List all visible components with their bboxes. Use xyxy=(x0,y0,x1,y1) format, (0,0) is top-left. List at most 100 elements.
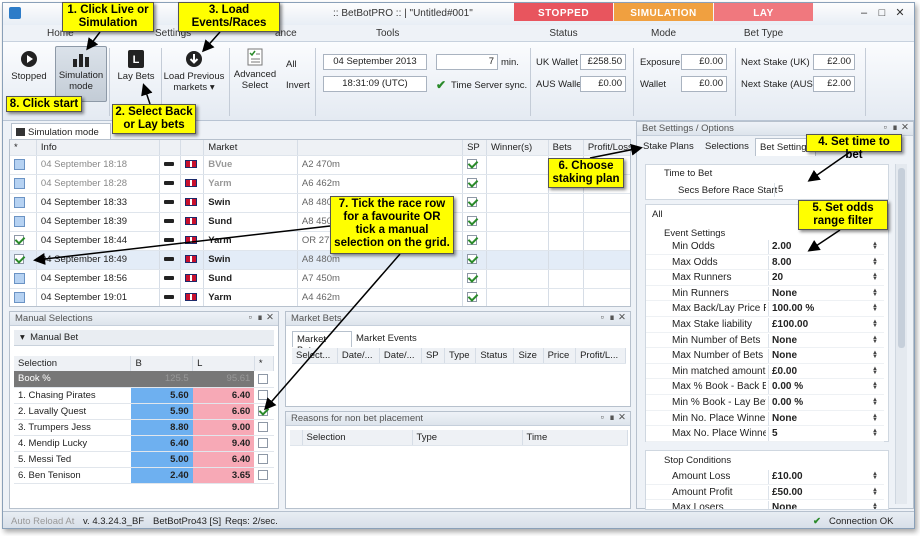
tab-tools[interactable]: Tools xyxy=(376,28,399,39)
table-row[interactable]: 04 September 18:28 Yarm A6 462m xyxy=(10,174,630,194)
panel-restore-icon[interactable]: ▫ xyxy=(601,312,604,323)
spinner-icon[interactable]: ▲ ▼ xyxy=(872,303,878,313)
selection-checkbox[interactable] xyxy=(258,421,269,432)
spinner-icon[interactable]: ▲ ▼ xyxy=(872,257,878,267)
setting-row[interactable]: Min Number of Bets None ▲ ▼ xyxy=(646,333,884,349)
row-select-cell[interactable] xyxy=(10,250,37,270)
setting-value[interactable]: 20 xyxy=(768,271,876,286)
next-stake-aus-field[interactable]: £2.00 xyxy=(813,76,855,92)
selection-checkbox[interactable] xyxy=(258,405,269,416)
back-price[interactable]: 5.90 xyxy=(130,403,193,420)
panel-close-icon[interactable]: ✕ xyxy=(901,122,909,133)
col-time[interactable]: Time xyxy=(522,430,628,446)
sp-checkbox[interactable] xyxy=(467,216,478,227)
tab-market-events[interactable]: Market Events xyxy=(356,333,417,344)
setting-row[interactable]: Max Number of Bets None ▲ ▼ xyxy=(646,348,884,364)
table-row[interactable]: 04 September 18:39 Sund A8 450m xyxy=(10,212,630,232)
selection-checkbox[interactable] xyxy=(258,453,269,464)
market-bets-col[interactable]: Date/... xyxy=(337,348,380,364)
col-lay[interactable]: L xyxy=(192,356,255,371)
pin-icon[interactable]: ∎ xyxy=(257,312,263,323)
setting-value[interactable]: None xyxy=(768,501,876,509)
stopped-button[interactable]: Stopped xyxy=(7,50,51,94)
spinner-icon[interactable]: ▲ ▼ xyxy=(872,471,878,481)
spinner-icon[interactable]: ▲ ▼ xyxy=(872,381,878,391)
spinner-icon[interactable]: ▲ ▼ xyxy=(872,487,878,497)
tab-selections[interactable]: Selections xyxy=(705,141,749,152)
row-status-icon[interactable] xyxy=(14,158,25,170)
lay-price[interactable]: 6.40 xyxy=(192,387,255,404)
back-price[interactable]: 6.40 xyxy=(130,435,193,452)
row-select-cell[interactable] xyxy=(10,212,37,232)
market-bets-col[interactable]: SP xyxy=(421,348,445,364)
lay-price[interactable]: 6.40 xyxy=(192,451,255,468)
panel-restore-icon[interactable]: ▫ xyxy=(601,412,604,423)
row-select-cell[interactable] xyxy=(10,155,37,175)
panel-close-icon[interactable]: ✕ xyxy=(618,412,626,423)
setting-row[interactable]: Max Losers None ▲ ▼ xyxy=(646,500,884,509)
simulation-mode-button[interactable]: Simulation mode xyxy=(55,46,107,102)
pin-icon[interactable]: ∎ xyxy=(892,122,898,133)
row-select-cell[interactable] xyxy=(10,231,37,251)
col-star[interactable]: * xyxy=(254,356,275,371)
row-status-icon[interactable] xyxy=(14,177,25,189)
market-bets-col[interactable]: Size xyxy=(513,348,544,364)
col-selection[interactable]: Selection xyxy=(14,356,132,371)
date-field[interactable]: 04 September 2013 xyxy=(323,54,427,70)
table-row[interactable]: 04 September 19:01 Yarm A4 462m xyxy=(10,288,630,306)
sp-checkbox[interactable] xyxy=(467,178,478,189)
col-info[interactable]: Info xyxy=(36,140,161,156)
sp-checkbox[interactable] xyxy=(467,273,478,284)
setting-value[interactable]: None xyxy=(768,411,876,426)
manual-bet-group[interactable]: ▾ Manual Bet xyxy=(14,330,274,346)
setting-row[interactable]: Min % Book - Lay Bets 0.00 % ▲ ▼ xyxy=(646,395,884,411)
all-option[interactable]: All xyxy=(286,59,297,70)
setting-value[interactable]: 0.00 % xyxy=(768,380,876,395)
setting-value[interactable]: 8.00 xyxy=(768,255,876,270)
panel-close-icon[interactable]: ✕ xyxy=(618,312,626,323)
selection-row[interactable]: 4. Mendip Lucky 6.40 9.40 xyxy=(14,435,274,452)
advanced-select-button[interactable]: Advanced Select xyxy=(233,48,277,91)
lay-price[interactable]: 9.00 xyxy=(192,419,255,436)
setting-value[interactable]: £10.00 xyxy=(768,470,876,484)
table-row[interactable]: 04 September 18:49 Swin A8 480m xyxy=(10,250,630,270)
table-row[interactable]: 04 September 18:18 BVue A2 470m xyxy=(10,155,630,175)
col-bets[interactable]: Bets xyxy=(548,140,584,156)
col-winners[interactable]: Winner(s) xyxy=(486,140,549,156)
row-status-icon[interactable] xyxy=(14,196,25,208)
selection-row[interactable]: 5. Messi Ted 5.00 6.40 xyxy=(14,451,274,468)
col-sp[interactable]: SP xyxy=(462,140,487,156)
selection-checkbox[interactable] xyxy=(258,389,269,400)
setting-row[interactable]: Max Runners 20 ▲ ▼ xyxy=(646,270,884,286)
spinner-icon[interactable]: ▲ ▼ xyxy=(872,350,878,360)
col-selection[interactable]: Selection xyxy=(302,430,413,446)
table-row[interactable]: 04 September 18:44 Yarm OR 277m xyxy=(10,231,630,251)
setting-value[interactable]: 0.00 % xyxy=(768,396,876,410)
setting-value[interactable]: £50.00 xyxy=(768,485,876,500)
close-icon[interactable]: ✕ xyxy=(891,6,909,20)
row-select-cell[interactable] xyxy=(10,288,37,306)
col-back[interactable]: B xyxy=(130,356,194,371)
market-bets-col[interactable]: Type xyxy=(444,348,477,364)
sp-checkbox[interactable] xyxy=(467,292,478,303)
market-bets-col[interactable]: Price xyxy=(543,348,577,364)
minimize-icon[interactable]: – xyxy=(855,6,873,20)
row-status-icon[interactable] xyxy=(14,291,25,303)
sp-checkbox[interactable] xyxy=(467,235,478,246)
book-checkbox[interactable] xyxy=(258,373,269,384)
setting-row[interactable]: Min Odds 2.00 ▲ ▼ xyxy=(646,239,884,255)
filter-select[interactable]: All xyxy=(652,209,663,220)
minutes-field[interactable]: 7 xyxy=(436,54,498,70)
row-select-cell[interactable] xyxy=(10,269,37,289)
load-previous-markets-button[interactable]: Load Previous markets ▾ xyxy=(163,50,225,93)
market-bets-col[interactable]: Profit/L... xyxy=(575,348,626,364)
selection-row[interactable]: 1. Chasing Pirates 5.60 6.40 xyxy=(14,387,274,404)
selection-row[interactable]: 2. Lavally Quest 5.90 6.60 xyxy=(14,403,274,420)
setting-row[interactable]: Min No. Place Winners None ▲ ▼ xyxy=(646,411,884,427)
back-price[interactable]: 2.40 xyxy=(130,467,193,484)
setting-row[interactable]: Amount Profit £50.00 ▲ ▼ xyxy=(646,485,884,501)
col-profit-loss[interactable]: Profit/Loss xyxy=(583,140,630,156)
setting-row[interactable]: Min Runners None ▲ ▼ xyxy=(646,286,884,302)
market-bets-col[interactable]: Status xyxy=(475,348,515,364)
row-status-icon[interactable] xyxy=(14,215,25,227)
